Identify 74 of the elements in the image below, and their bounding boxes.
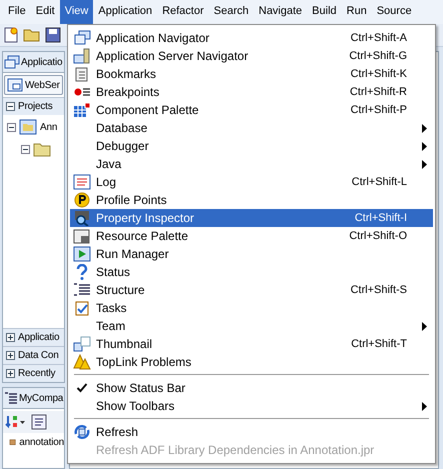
menu-item[interactable]: Breakpoints Ctrl+Shift-R: [70, 83, 433, 101]
menu-item[interactable]: Show Toolbars: [70, 397, 433, 415]
menu-item[interactable]: TopLink Problems: [70, 353, 433, 371]
thumbnail-icon: [73, 336, 91, 352]
submenu-arrow-icon: [422, 322, 426, 330]
menu-item[interactable]: Bookmarks Ctrl+Shift-K: [70, 65, 433, 83]
menu-item[interactable]: Run Manager: [70, 245, 433, 263]
folder-icon: [33, 141, 51, 157]
expand-icon[interactable]: [6, 351, 15, 360]
expand-icon[interactable]: [6, 333, 15, 342]
menu-bar-item[interactable]: Refactor: [157, 0, 209, 24]
folder-icon: [19, 119, 37, 135]
palette-grid-icon: [73, 102, 91, 118]
tree-item[interactable]: annotation: [19, 436, 64, 448]
menu-item[interactable]: Database: [70, 119, 433, 137]
log-icon: [73, 174, 91, 190]
menu-item[interactable]: Structure Ctrl+Shift-S: [70, 281, 433, 299]
menu-item[interactable]: Profile Points: [70, 191, 433, 209]
tree-item[interactable]: Ann: [40, 122, 58, 132]
menu-item[interactable]: Java: [70, 155, 433, 173]
clipboard-icon: [73, 300, 91, 316]
menu-item[interactable]: Refresh: [70, 423, 433, 441]
collapse-icon[interactable]: [21, 144, 30, 154]
sort-icon[interactable]: [5, 414, 27, 430]
menu-item[interactable]: Debugger: [70, 137, 433, 155]
application-dropdown[interactable]: WebSer: [4, 75, 63, 95]
checkmark-icon: [76, 382, 88, 394]
menu-bar-item[interactable]: View: [60, 0, 94, 24]
expand-icon[interactable]: [6, 369, 15, 378]
magnifier-icon: [73, 210, 91, 226]
menu-item[interactable]: Application Server Navigator Ctrl+Shift-G: [70, 47, 433, 65]
menu-bar-item[interactable]: Search: [208, 0, 254, 24]
resource-icon: [73, 228, 91, 244]
section-header[interactable]: Data Con: [3, 346, 64, 364]
menu-bar-item[interactable]: Edit: [30, 0, 60, 24]
structure-icon: [4, 391, 18, 405]
section-header[interactable]: Recently: [3, 364, 64, 382]
menu-item[interactable]: Team: [70, 317, 433, 335]
menu-item[interactable]: Component Palette Ctrl+Shift-P: [70, 101, 433, 119]
menu-item[interactable]: Application Navigator Ctrl+Shift-A: [70, 29, 433, 47]
profile-icon: [73, 192, 91, 208]
tab-label: MyCompa: [19, 392, 64, 404]
tab-label: Applicatio: [21, 56, 62, 68]
menu-bar-item[interactable]: Run: [342, 0, 372, 24]
collapse-icon[interactable]: [7, 122, 16, 132]
new-file-icon[interactable]: [3, 27, 19, 43]
windows-icon: [4, 55, 20, 69]
list-icon[interactable]: [31, 414, 47, 430]
section-header[interactable]: Applicatio: [3, 328, 64, 346]
collapse-icon[interactable]: [6, 102, 15, 111]
play-icon: [73, 246, 91, 262]
menu-item[interactable]: Log Ctrl+Shift-L: [70, 173, 433, 191]
submenu-arrow-icon: [422, 402, 426, 410]
panel-tab[interactable]: MyCompa: [3, 388, 64, 409]
panel-tab[interactable]: Applicatio: [3, 52, 64, 73]
structure-icon: [73, 282, 91, 298]
menu-bar-item[interactable]: Navigate: [254, 0, 308, 24]
menu-item[interactable]: Thumbnail Ctrl+Shift-T: [70, 335, 433, 353]
menu-item[interactable]: Tasks: [70, 299, 433, 317]
menu-bar-item[interactable]: Application: [93, 0, 158, 24]
save-icon[interactable]: [45, 27, 61, 43]
menu-item[interactable]: Status: [70, 263, 433, 281]
menu-bar-item[interactable]: Build: [307, 0, 342, 24]
menu-item[interactable]: Resource Palette Ctrl+Shift-O: [70, 227, 433, 245]
server-icon: [73, 48, 91, 64]
menu-bar-item[interactable]: File: [3, 0, 31, 24]
menu-item[interactable]: Property Inspector Ctrl+Shift-I: [70, 209, 433, 227]
section-header[interactable]: Projects: [3, 97, 64, 115]
menu-item[interactable]: Show Status Bar: [70, 379, 433, 397]
window-icon: [7, 78, 23, 92]
refresh-icon: [73, 424, 91, 440]
menu-bar-item[interactable]: Source: [372, 0, 417, 24]
warning-icon: [73, 354, 91, 370]
windows-icon: [73, 30, 91, 46]
